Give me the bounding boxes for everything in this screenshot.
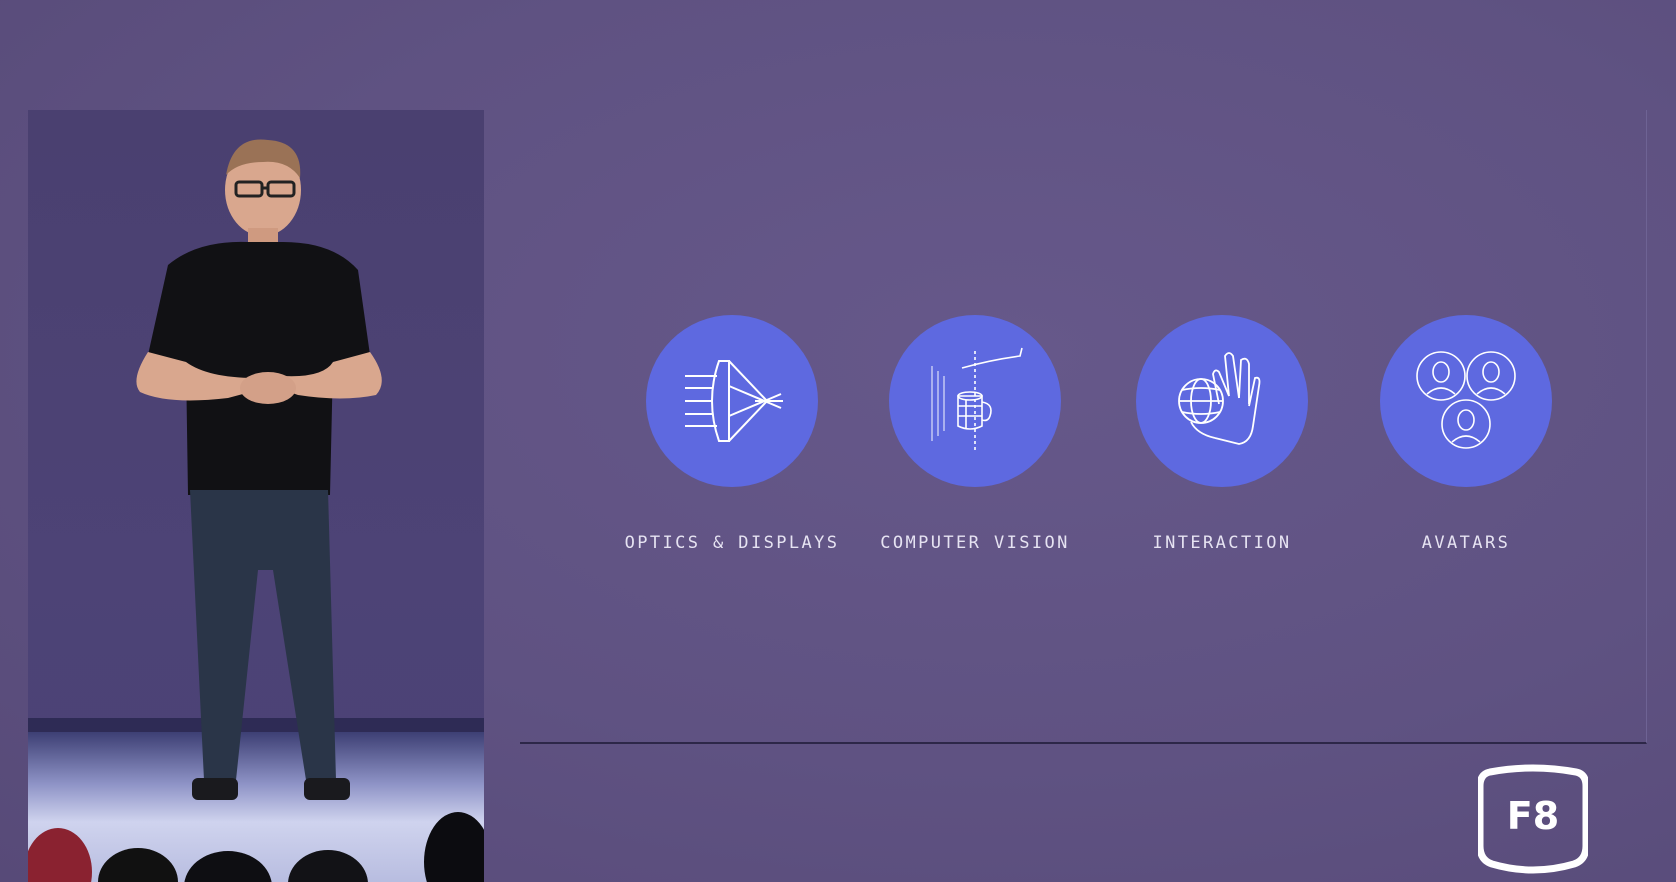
feature-computer-vision: COMPUTER VISION [855,315,1095,555]
audience-silhouettes [28,812,484,882]
speaker-figure [136,139,382,800]
feature-label: AVATARS [1421,533,1511,553]
presentation-slide: OPTICS & DISPLAYS COMPUTER VISION INTERA… [520,110,1647,744]
mug-scan-icon [931,347,1023,451]
feature-row: OPTICS & DISPLAYS COMPUTER VISION INTERA… [520,315,1646,555]
avatars-circle [1380,315,1552,487]
interaction-circle [1136,315,1308,487]
speaker-video-panel [28,110,484,882]
optics-circle [646,315,818,487]
hand-globe-icon [1178,352,1261,445]
presentation-frame: OPTICS & DISPLAYS COMPUTER VISION INTERA… [0,0,1676,882]
f8-logo-badge: F8 [1476,764,1590,876]
f8-badge-text: F8 [1506,794,1560,838]
people-avatars-icon [1416,351,1516,449]
feature-label: INTERACTION [1152,533,1292,553]
computer-vision-circle [889,315,1061,487]
feature-interaction: INTERACTION [1102,315,1342,555]
feature-label: COMPUTER VISION [880,533,1070,553]
feature-optics-displays: OPTICS & DISPLAYS [612,315,852,555]
lens-optics-icon [685,360,783,442]
feature-label: OPTICS & DISPLAYS [624,533,840,553]
feature-avatars: AVATARS [1346,315,1586,555]
